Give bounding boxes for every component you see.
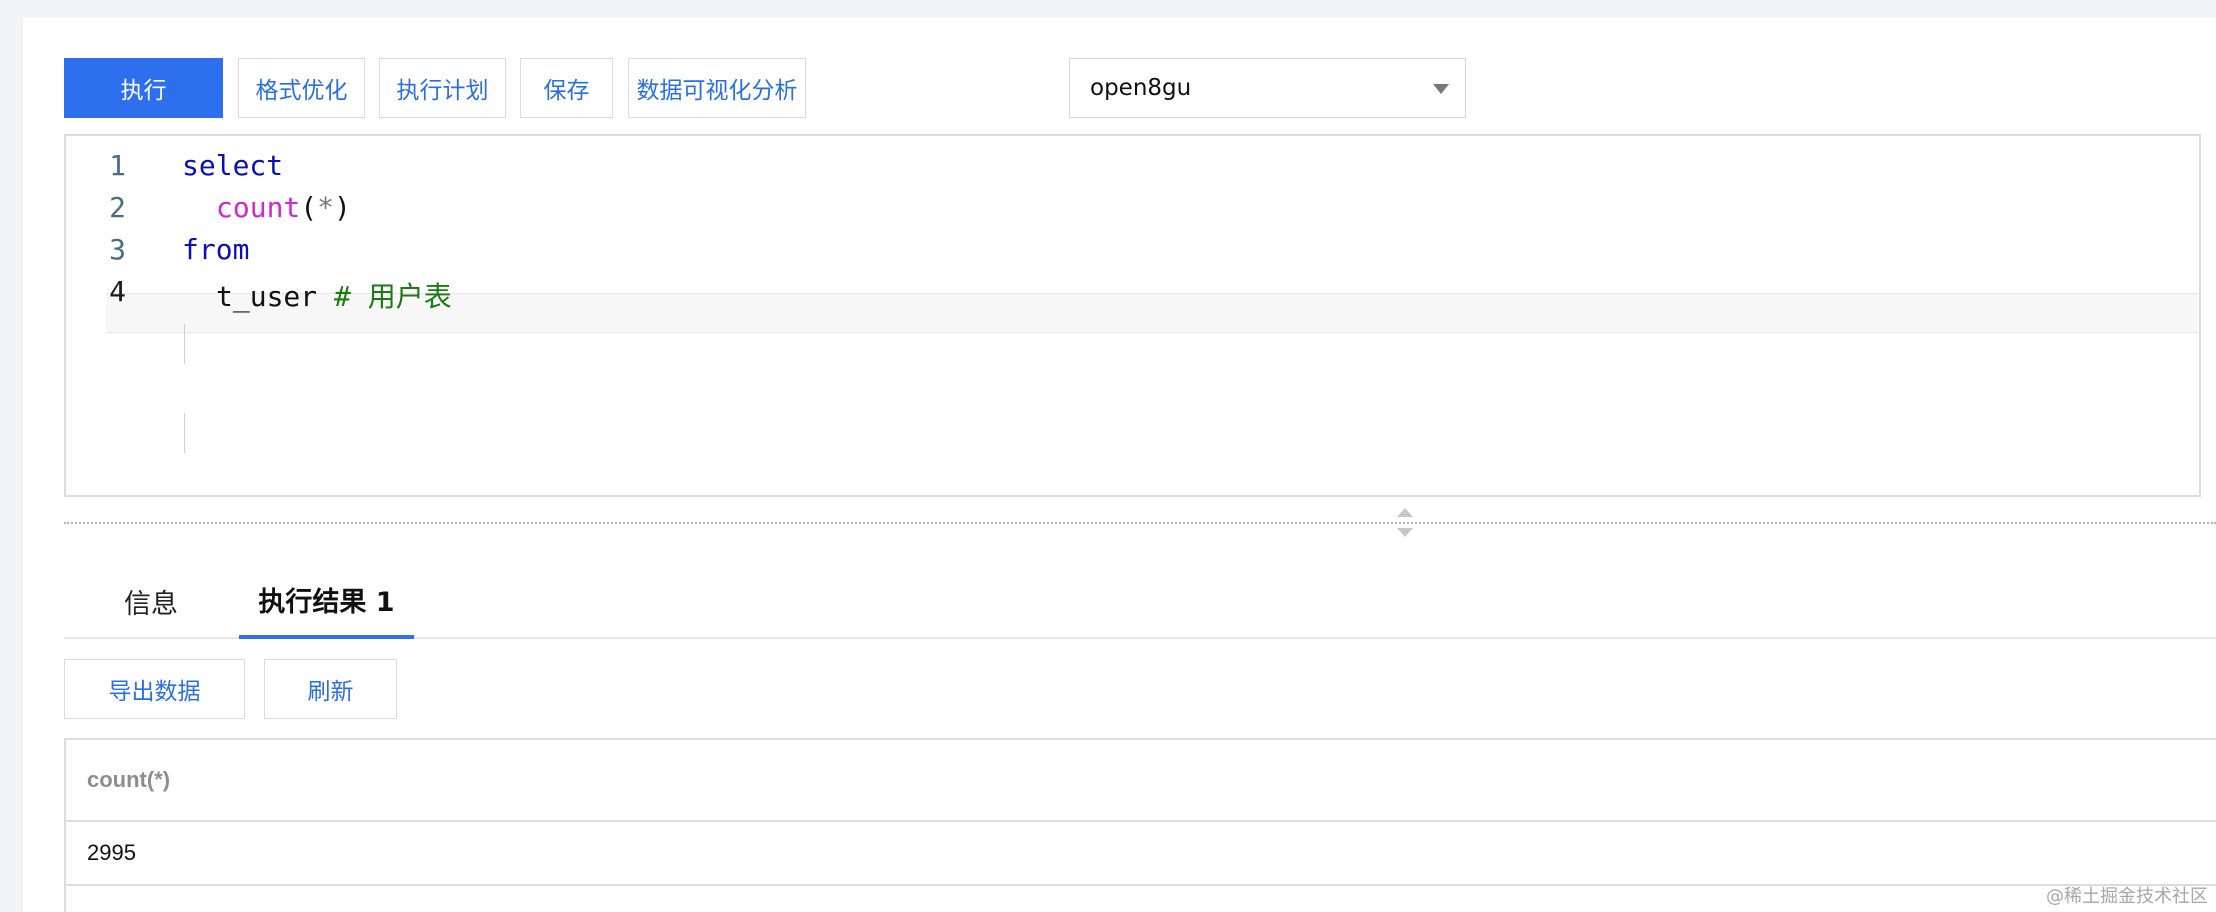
database-select[interactable]: open8gu	[1069, 58, 1466, 118]
sql-console-panel: 执行 格式优化 执行计划 保存 数据可视化分析 open8gu 1 select…	[23, 18, 2216, 912]
indent-guide	[184, 324, 185, 364]
format-button[interactable]: 格式优化	[238, 58, 365, 118]
execute-button[interactable]: 执行	[64, 58, 223, 118]
code-line-3: 3 from	[66, 230, 2199, 270]
chevron-down-icon	[1433, 84, 1449, 94]
indent-guide	[184, 413, 185, 453]
caret-up-icon[interactable]	[1397, 508, 1413, 517]
column-header-count[interactable]: count(*)	[66, 740, 2216, 822]
result-tabs: 信息 执行结果 1	[64, 563, 2216, 639]
line-number: 3	[109, 233, 126, 266]
line-number: 2	[109, 191, 126, 224]
code-line-4: 4 t_user # 用户表	[66, 272, 2199, 315]
star-operator: *	[317, 191, 335, 224]
code-comment: # 用户表	[334, 280, 452, 313]
code-text: t_user # 用户表	[216, 275, 452, 315]
sql-editor[interactable]: 1 select 2 count(*) 3 from 4 t_user # 用户…	[64, 134, 2201, 497]
line-number: 1	[109, 149, 126, 182]
execution-plan-button[interactable]: 执行计划	[379, 58, 506, 118]
table-cell[interactable]: 2995	[66, 822, 2216, 886]
keyword-select: select	[182, 149, 284, 182]
paren-close: )	[334, 191, 351, 224]
tab-result-1[interactable]: 执行结果 1	[239, 563, 414, 639]
caret-down-icon[interactable]	[1397, 528, 1413, 537]
code-text: select	[182, 149, 283, 182]
code-line-1: 1 select	[66, 146, 2199, 186]
code-line-2: 2 count(*)	[66, 188, 2199, 228]
result-table: count(*) 2995	[64, 738, 2216, 912]
code-text: count(*)	[216, 191, 351, 224]
export-data-button[interactable]: 导出数据	[64, 659, 245, 719]
refresh-button[interactable]: 刷新	[264, 659, 397, 719]
save-button[interactable]: 保存	[520, 58, 613, 118]
resize-splitter[interactable]	[64, 522, 2216, 524]
watermark-text: @稀土掘金技术社区	[2046, 886, 2208, 907]
line-number: 4	[109, 275, 126, 308]
code-text: from	[182, 233, 249, 266]
tab-info[interactable]: 信息	[96, 563, 206, 639]
function-count: count	[216, 191, 301, 224]
visualize-button[interactable]: 数据可视化分析	[628, 58, 806, 118]
table-identifier: t_user	[216, 280, 318, 313]
paren-open: (	[300, 191, 318, 224]
keyword-from: from	[182, 233, 250, 266]
database-select-value: open8gu	[1090, 75, 1192, 101]
